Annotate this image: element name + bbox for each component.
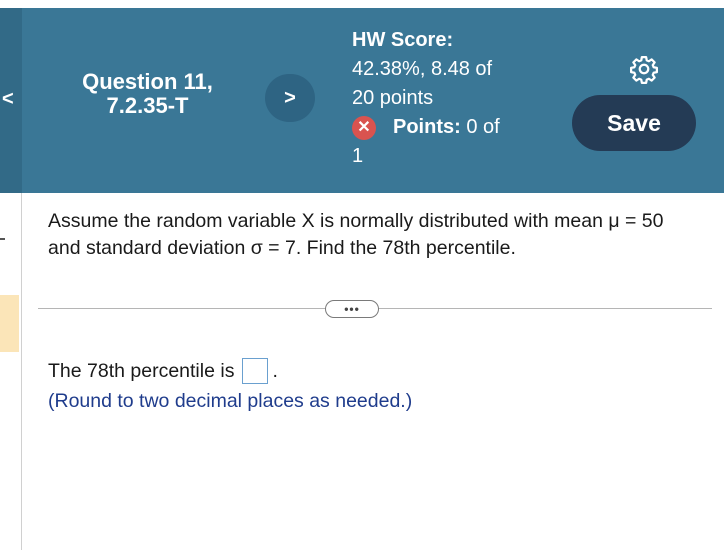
- points-label: Points:: [393, 116, 461, 138]
- x-circle-icon: ✕: [352, 115, 376, 140]
- question-text: Assume the random variable X is normally…: [48, 210, 664, 259]
- question-id: 7.2.35-T: [106, 93, 189, 118]
- points-total: 1: [352, 145, 364, 167]
- sidebar-highlight[interactable]: [0, 295, 19, 352]
- answer-line: The 78th percentile is .: [48, 358, 278, 384]
- hw-score-title: HW Score:: [352, 29, 454, 51]
- points-row: ✕ Points: 0 of: [352, 113, 542, 142]
- points-value: 0 of: [466, 116, 500, 138]
- next-question-button[interactable]: >: [265, 74, 315, 122]
- answer-prefix: The 78th percentile is: [48, 359, 235, 382]
- expand-more-button[interactable]: •••: [325, 300, 379, 318]
- prev-question-icon[interactable]: <: [2, 88, 14, 111]
- answer-suffix: .: [272, 359, 278, 382]
- answer-input[interactable]: [242, 358, 269, 384]
- hw-score-panel: HW Score: 42.38%, 8.48 of 20 points ✕ Po…: [352, 26, 542, 171]
- rounding-hint: (Round to two decimal places as needed.): [48, 390, 413, 412]
- content-border: [21, 193, 22, 550]
- question-title: Question 11, 7.2.35-T: [60, 70, 235, 118]
- save-button[interactable]: Save: [572, 95, 696, 151]
- sidebar-marker: [0, 238, 5, 240]
- gear-icon[interactable]: [629, 54, 659, 84]
- hw-score-line1: 42.38%, 8.48 of: [352, 58, 493, 80]
- hw-score-line2: 20 points: [352, 87, 434, 109]
- question-number: Question 11,: [82, 69, 213, 94]
- chevron-right-icon: >: [284, 86, 296, 109]
